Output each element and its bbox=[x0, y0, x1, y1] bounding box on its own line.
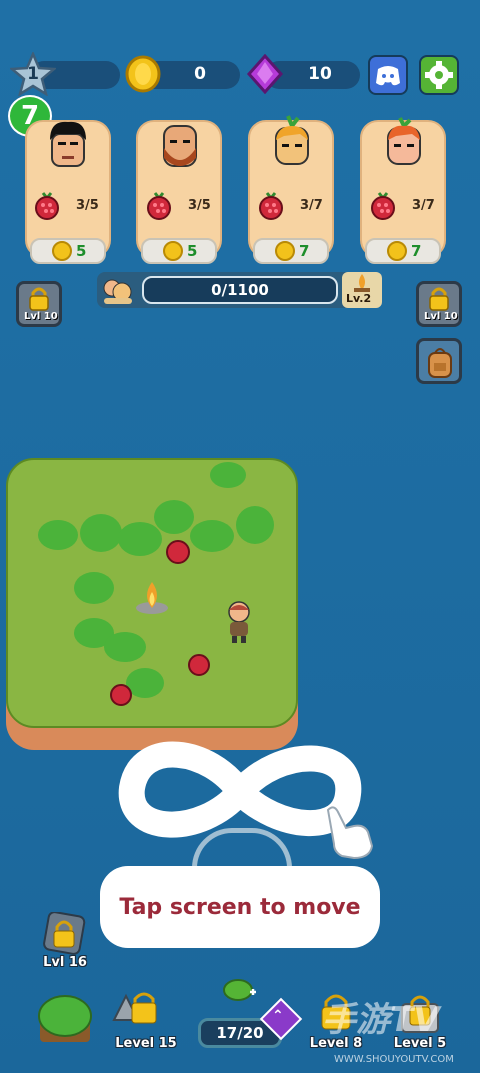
hire-cost-2: 5 bbox=[187, 242, 198, 260]
tutorial-tooltip: Tap screen to move bbox=[100, 866, 380, 948]
coin-icon bbox=[275, 241, 295, 261]
locked-slot-right[interactable]: Lvl 10 bbox=[416, 281, 462, 327]
raspberry-icon bbox=[32, 190, 62, 220]
hire-button-4[interactable]: 7 bbox=[365, 238, 441, 264]
lock-level-label: Lvl 10 bbox=[424, 311, 458, 322]
progress-text: 0/1100 bbox=[211, 281, 269, 299]
discord-button[interactable] bbox=[368, 55, 408, 95]
hire-cost-1: 5 bbox=[76, 242, 87, 260]
worker-portrait-2 bbox=[158, 118, 202, 170]
discord-icon bbox=[376, 66, 400, 86]
lock-icon bbox=[429, 287, 449, 311]
coin-icon bbox=[163, 241, 183, 261]
worker-portrait-4 bbox=[382, 114, 426, 170]
hire-button-1[interactable]: 5 bbox=[30, 238, 106, 264]
tutorial-text: Tap screen to move bbox=[119, 894, 361, 920]
coin-icon bbox=[124, 54, 162, 94]
settings-button[interactable] bbox=[419, 55, 459, 95]
hire-button-3[interactable]: 7 bbox=[253, 238, 329, 264]
raspberry-icon bbox=[368, 190, 398, 220]
hand-pointer-icon bbox=[320, 800, 380, 862]
player-character[interactable] bbox=[222, 600, 256, 644]
raspberry-icon bbox=[256, 190, 286, 220]
lock-level-label: Lvl 10 bbox=[24, 311, 58, 322]
hire-cost-3: 7 bbox=[299, 242, 310, 260]
bush[interactable] bbox=[210, 462, 246, 490]
next-level-label: Lv.2 bbox=[346, 292, 372, 305]
player-level: 1 bbox=[27, 64, 39, 84]
raspberry-pickup[interactable] bbox=[166, 540, 190, 564]
coin-icon bbox=[52, 241, 72, 261]
campfire-icon bbox=[354, 274, 370, 292]
coin-icon bbox=[387, 241, 407, 261]
raspberry-bush[interactable] bbox=[104, 632, 146, 664]
lock-level-label: Lvl 16 bbox=[43, 955, 87, 970]
watermark-logo: 手游TV bbox=[322, 1000, 440, 1040]
gem-count: 10 bbox=[308, 64, 332, 84]
hire-button-2[interactable]: 5 bbox=[141, 238, 217, 264]
gear-icon bbox=[425, 61, 453, 89]
hire-cost-4: 7 bbox=[411, 242, 422, 260]
backpack-icon bbox=[428, 348, 452, 378]
campfire[interactable] bbox=[134, 578, 170, 616]
locked-slot-level15[interactable] bbox=[108, 990, 180, 1038]
coin-count: 0 bbox=[194, 64, 206, 84]
raspberry-bush[interactable] bbox=[236, 506, 274, 546]
add-bush-icon[interactable] bbox=[222, 976, 258, 1002]
raspberry-bush[interactable] bbox=[74, 572, 114, 606]
raspberry-bush[interactable] bbox=[80, 514, 122, 554]
raspberry-pickup[interactable] bbox=[110, 684, 132, 706]
worker-count-1: 3/5 bbox=[76, 198, 99, 213]
watermark-url: WWW.SHOUYOUTV.COM bbox=[334, 1054, 454, 1065]
worker-portrait-1 bbox=[46, 118, 90, 170]
campfire-icon bbox=[136, 582, 168, 614]
raspberry-bush[interactable] bbox=[38, 520, 78, 552]
raspberry-icon bbox=[144, 190, 174, 220]
workers-group-icon bbox=[100, 276, 136, 306]
worker-portrait-3 bbox=[270, 114, 314, 170]
gem-icon bbox=[246, 53, 284, 95]
raspberry-pickup[interactable] bbox=[188, 654, 210, 676]
raspberry-bush[interactable] bbox=[190, 520, 234, 554]
worker-count-2: 3/5 bbox=[188, 198, 211, 213]
bush-icon bbox=[38, 995, 92, 1042]
worker-count-4: 3/7 bbox=[412, 198, 435, 213]
lock-icon bbox=[29, 287, 49, 311]
raspberry-bush[interactable] bbox=[154, 500, 194, 536]
bush-build-button[interactable] bbox=[34, 990, 96, 1048]
lock-level-label: Level 15 bbox=[115, 1036, 177, 1051]
next-level-badge: Lv.2 bbox=[342, 272, 382, 308]
backpack-button[interactable] bbox=[416, 338, 462, 384]
worker-count-3: 3/7 bbox=[300, 198, 323, 213]
locked-slot-left[interactable]: Lvl 10 bbox=[16, 281, 62, 327]
chevron-up-icon: ⌃ bbox=[272, 1008, 284, 1024]
